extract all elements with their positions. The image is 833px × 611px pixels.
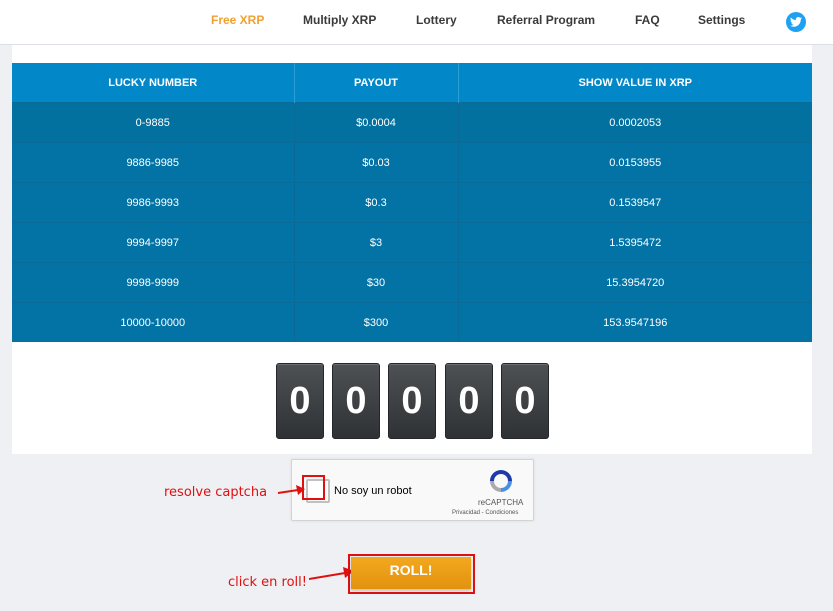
header-show-value[interactable]: SHOW VALUE IN XRP [458,63,812,103]
twitter-icon[interactable] [786,12,806,32]
recaptcha-logo-icon [487,467,515,500]
xrp-value-cell: 153.9547196 [458,302,812,342]
recaptcha-brand: reCAPTCHA [478,498,524,507]
table-row: 9998-9999 $30 15.3954720 [12,262,812,303]
recaptcha-links[interactable]: Privacidad - Condiciones [452,510,518,516]
nav-referral-program[interactable]: Referral Program [497,13,595,27]
recaptcha-widget: No soy un robot reCAPTCHA Privacidad - C… [291,459,534,521]
lucky-number-cell: 9986-9993 [12,182,295,223]
nav-multiply-xrp[interactable]: Multiply XRP [303,13,376,27]
digit-5: 0 [501,363,549,439]
digit-2: 0 [332,363,380,439]
header-payout: PAYOUT [294,63,459,103]
roll-button[interactable]: ROLL! [351,557,471,589]
nav-lottery[interactable]: Lottery [416,13,457,27]
lucky-number-cell: 9998-9999 [12,262,295,303]
nav-free-xrp[interactable]: Free XRP [211,13,264,27]
xrp-value-cell: 0.0153955 [458,142,812,183]
xrp-value-cell: 15.3954720 [458,262,812,303]
lucky-number-cell: 9994-9997 [12,222,295,263]
roll-hint-text: click en roll! [228,575,307,590]
payout-cell: $0.3 [294,182,459,223]
lucky-number-cell: 9886-9985 [12,142,295,183]
table-row: 9886-9985 $0.03 0.0153955 [12,142,812,183]
nav-faq[interactable]: FAQ [635,13,660,27]
nav-settings[interactable]: Settings [698,13,745,27]
roll-arrow-icon [309,567,354,580]
captcha-label: No soy un robot [334,485,412,497]
digit-4: 0 [445,363,493,439]
table-row: 9994-9997 $3 1.5395472 [12,222,812,263]
header-lucky-number: LUCKY NUMBER [12,63,295,103]
table-row: 9986-9993 $0.3 0.1539547 [12,182,812,223]
xrp-value-cell: 0.1539547 [458,182,812,223]
xrp-value-cell: 1.5395472 [458,222,812,263]
payout-cell: $300 [294,302,459,342]
captcha-hint-text: resolve captcha [164,485,268,500]
payout-cell: $30 [294,262,459,303]
digit-1: 0 [276,363,324,439]
lucky-number-cell: 10000-10000 [12,302,295,342]
lucky-number-cell: 0-9885 [12,102,295,143]
payout-cell: $3 [294,222,459,263]
table-header-row: LUCKY NUMBER PAYOUT SHOW VALUE IN XRP [12,63,812,103]
payout-cell: $0.03 [294,142,459,183]
payout-table: LUCKY NUMBER PAYOUT SHOW VALUE IN XRP 0-… [12,63,812,342]
top-nav: Free XRP Multiply XRP Lottery Referral P… [0,0,833,45]
captcha-arrow-icon [278,485,305,495]
digit-3: 0 [388,363,436,439]
xrp-value-cell: 0.0002053 [458,102,812,143]
table-row: 10000-10000 $300 153.9547196 [12,302,812,342]
table-row: 0-9885 $0.0004 0.0002053 [12,102,812,143]
payout-cell: $0.0004 [294,102,459,143]
